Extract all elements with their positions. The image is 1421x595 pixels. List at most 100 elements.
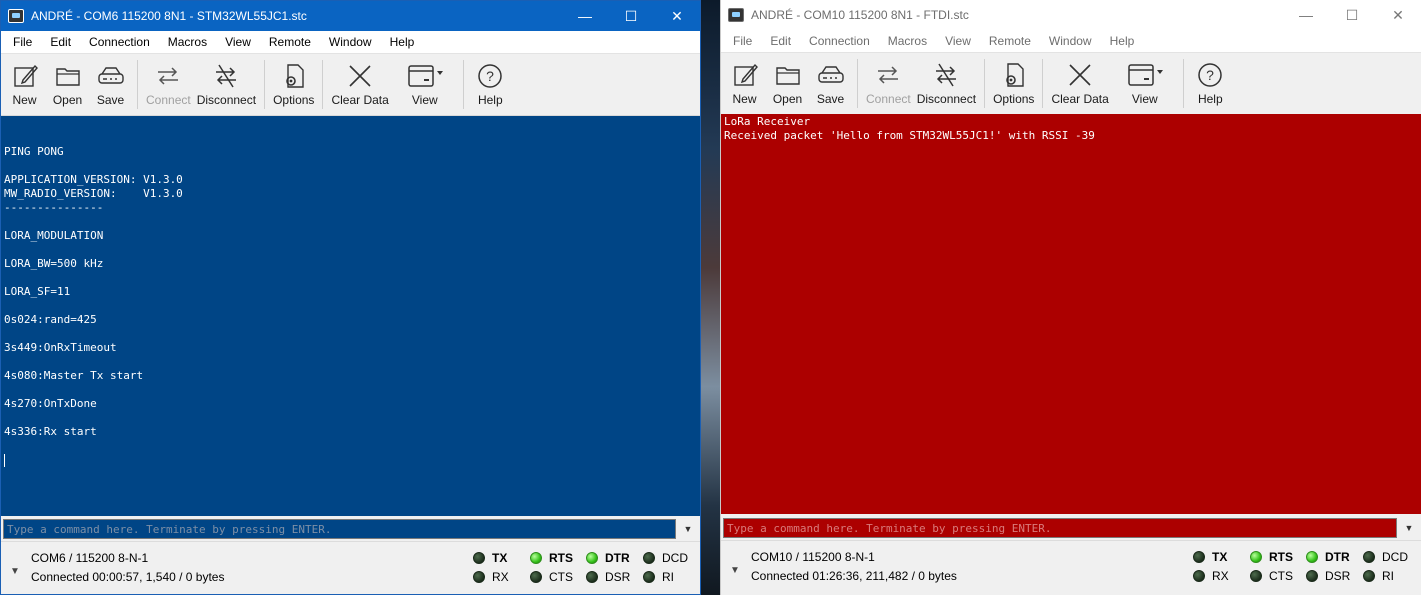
- menu-edit[interactable]: Edit: [41, 31, 80, 53]
- ri-led-icon: [1363, 570, 1375, 582]
- maximize-button[interactable]: ☐: [608, 1, 654, 31]
- options-button[interactable]: Options: [270, 54, 317, 115]
- toolbar: New Open Save Connect Disconnect Options…: [1, 53, 700, 116]
- signal-dcd: DCD: [1363, 550, 1408, 564]
- connect-button[interactable]: Connect: [863, 53, 914, 114]
- disconnect-button[interactable]: Disconnect: [914, 53, 979, 114]
- menu-macros[interactable]: Macros: [159, 31, 216, 53]
- signal-tx-label: TX: [492, 551, 508, 565]
- menu-view[interactable]: View: [936, 30, 980, 52]
- options-label: Options: [273, 93, 315, 107]
- options-gear-icon: [285, 64, 304, 88]
- title-bar[interactable]: ANDRÉ - COM10 115200 8N1 - FTDI.stc — ☐ …: [721, 0, 1421, 30]
- title-bar[interactable]: ANDRÉ - COM6 115200 8N1 - STM32WL55JC1.s…: [1, 1, 700, 31]
- dcd-led-icon: [643, 552, 655, 564]
- tx-led-icon: [473, 552, 485, 564]
- new-button[interactable]: New: [723, 53, 766, 114]
- app-terminal-icon: [8, 9, 24, 23]
- menu-remote[interactable]: Remote: [260, 31, 320, 53]
- command-history-dropdown-icon[interactable]: ▼: [678, 519, 698, 539]
- terminal-line: PING PONG: [4, 145, 64, 158]
- toolbar-separator: [137, 60, 138, 109]
- clear-x-icon: [1069, 64, 1091, 86]
- close-button[interactable]: ✕: [1375, 0, 1421, 30]
- minimize-button[interactable]: —: [1283, 0, 1329, 30]
- port-settings-text: COM10 / 115200 8-N-1: [751, 550, 875, 564]
- command-input[interactable]: [723, 518, 1397, 538]
- command-history-dropdown-icon[interactable]: ▼: [1399, 518, 1419, 538]
- terminal-line: ---------------: [4, 201, 104, 214]
- new-button[interactable]: New: [3, 54, 46, 115]
- svg-text:?: ?: [486, 68, 494, 84]
- view-window-icon: [408, 65, 443, 87]
- cts-led-icon: [530, 571, 542, 583]
- connect-button[interactable]: Connect: [143, 54, 194, 115]
- open-button[interactable]: Open: [766, 53, 809, 114]
- signal-indicators: TX RTS DTR DCD RX CTS DSR RI: [473, 551, 700, 591]
- open-button[interactable]: Open: [46, 54, 89, 115]
- save-drive-icon: [97, 67, 124, 84]
- clear-data-button[interactable]: Clear Data: [328, 54, 391, 115]
- menu-view[interactable]: View: [216, 31, 260, 53]
- disconnect-arrows-icon: [216, 64, 237, 88]
- menu-macros[interactable]: Macros: [879, 30, 936, 52]
- signal-dtr: DTR: [586, 551, 630, 565]
- connection-status-text: Connected 01:26:36, 211,482 / 0 bytes: [751, 569, 957, 583]
- help-button[interactable]: ? Help: [1189, 53, 1232, 114]
- close-button[interactable]: ✕: [654, 1, 700, 31]
- options-gear-icon: [1005, 63, 1024, 87]
- signal-dtr-label: DTR: [605, 551, 630, 565]
- terminal-output[interactable]: PING PONG APPLICATION_VERSION: V1.3.0 MW_…: [1, 116, 700, 516]
- collapse-arrow-icon[interactable]: ▼: [10, 566, 20, 577]
- menu-help[interactable]: Help: [381, 31, 424, 53]
- save-button[interactable]: Save: [89, 54, 132, 115]
- toolbar-separator: [857, 59, 858, 108]
- command-input[interactable]: [3, 519, 676, 539]
- terminal-output[interactable]: LoRa Receiver Received packet 'Hello from…: [721, 114, 1421, 514]
- view-button[interactable]: View: [392, 54, 458, 115]
- minimize-button[interactable]: —: [562, 1, 608, 31]
- folder-icon: [775, 67, 800, 85]
- signal-tx-label: TX: [1212, 550, 1228, 564]
- text-cursor: [4, 453, 697, 467]
- menu-file[interactable]: File: [4, 31, 41, 53]
- connect-label: Connect: [146, 93, 191, 107]
- new-document-icon: [13, 64, 38, 87]
- signal-dsr-label: DSR: [1325, 569, 1351, 583]
- signal-tx: TX: [1193, 550, 1227, 564]
- signal-rts-label: RTS: [1269, 550, 1293, 564]
- menu-remote[interactable]: Remote: [980, 30, 1040, 52]
- signal-rts: RTS: [1250, 550, 1293, 564]
- clear-data-button[interactable]: Clear Data: [1048, 53, 1111, 114]
- folder-icon: [55, 68, 80, 86]
- menu-window[interactable]: Window: [320, 31, 381, 53]
- signal-ri-label: RI: [662, 570, 674, 584]
- options-button[interactable]: Options: [990, 53, 1037, 114]
- menu-connection[interactable]: Connection: [800, 30, 879, 52]
- signal-rx: RX: [1193, 569, 1229, 583]
- menu-window[interactable]: Window: [1040, 30, 1101, 52]
- terminal-window-com6: ANDRÉ - COM6 115200 8N1 - STM32WL55JC1.s…: [0, 0, 701, 595]
- signal-rts: RTS: [530, 551, 573, 565]
- menu-file[interactable]: File: [724, 30, 761, 52]
- help-button[interactable]: ? Help: [469, 54, 512, 115]
- save-button[interactable]: Save: [809, 53, 852, 114]
- connect-label: Connect: [866, 92, 911, 106]
- signal-dtr: DTR: [1306, 550, 1350, 564]
- menu-edit[interactable]: Edit: [761, 30, 800, 52]
- collapse-arrow-icon[interactable]: ▼: [730, 565, 740, 576]
- maximize-button[interactable]: ☐: [1329, 0, 1375, 30]
- menu-help[interactable]: Help: [1101, 30, 1144, 52]
- terminal-line: 4s336:Rx start: [4, 425, 97, 438]
- rx-led-icon: [473, 571, 485, 583]
- view-button[interactable]: View: [1112, 53, 1178, 114]
- help-question-icon: ?: [478, 64, 503, 88]
- menu-connection[interactable]: Connection: [80, 31, 159, 53]
- terminal-line: MW_RADIO_VERSION: V1.3.0: [4, 187, 183, 200]
- disconnect-button[interactable]: Disconnect: [194, 54, 259, 115]
